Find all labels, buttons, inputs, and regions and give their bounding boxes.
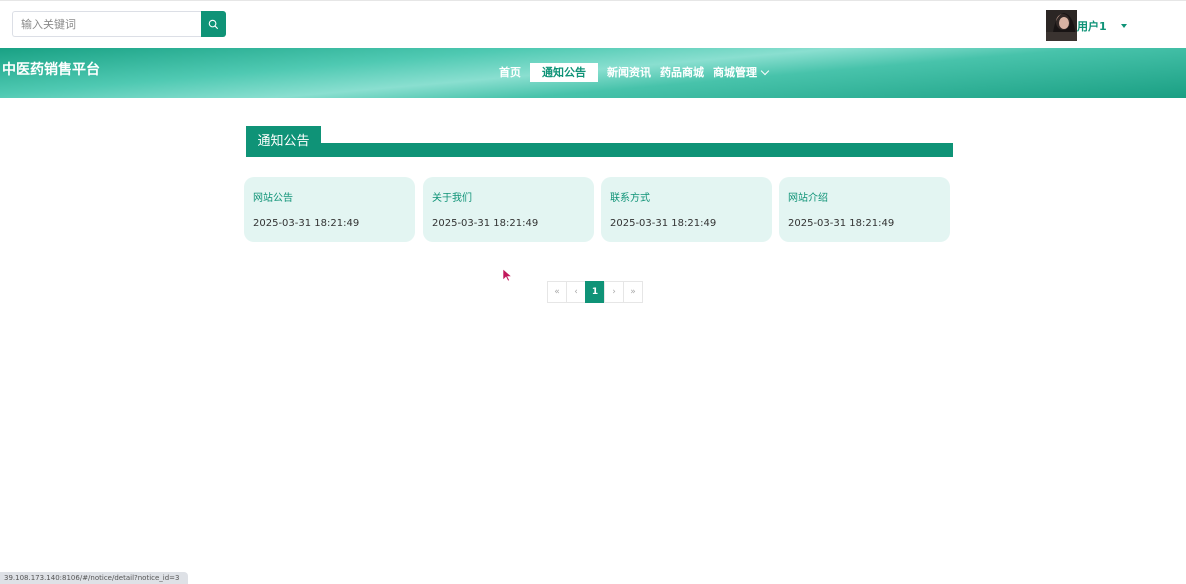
pagination-prev[interactable]: ‹ [566,281,586,303]
site-title: 中医药销售平台 [2,62,100,78]
notice-card-title[interactable]: 联系方式 [610,189,772,205]
nav-item-shop-manage[interactable]: 商城管理 [713,63,770,82]
nav-item-shop-manage-label: 商城管理 [713,66,757,79]
notice-card[interactable]: 联系方式 2025-03-31 18:21:49 [601,177,772,242]
nav-item-notice[interactable]: 通知公告 [530,63,598,82]
pagination-last[interactable]: » [623,281,643,303]
notice-card-title[interactable]: 网站公告 [253,189,415,205]
section-header: 通知公告 [246,126,953,157]
notice-card-date: 2025-03-31 18:21:49 [788,218,895,229]
notice-card-date: 2025-03-31 18:21:49 [253,218,360,229]
pagination: « ‹ 1 › » [547,281,643,303]
notice-card[interactable]: 网站公告 2025-03-31 18:21:49 [244,177,415,242]
status-bar-url: 39.108.173.140:8106/#/notice/detail?noti… [0,572,188,584]
header-band: 中医药销售平台 首页 通知公告 新闻资讯 药品商城 商城管理 [0,48,1186,98]
search-input[interactable] [12,11,201,37]
search-icon [208,19,219,29]
section-divider [246,143,953,157]
nav-item-news[interactable]: 新闻资讯 [607,63,651,82]
avatar[interactable] [1046,10,1077,41]
pagination-next[interactable]: › [604,281,624,303]
top-border [0,0,1186,1]
search-box [12,11,226,37]
search-button[interactable] [201,11,226,37]
pagination-first[interactable]: « [547,281,567,303]
notice-card-date: 2025-03-31 18:21:49 [610,218,717,229]
section-title: 通知公告 [246,126,321,157]
username[interactable]: 用户1 [1077,18,1107,34]
notice-card-title[interactable]: 网站介绍 [788,189,950,205]
caret-down-icon[interactable] [1120,23,1127,28]
notice-card-title[interactable]: 关于我们 [432,189,594,205]
mouse-cursor-icon [502,268,512,282]
chevron-down-icon [760,66,770,76]
notice-card[interactable]: 关于我们 2025-03-31 18:21:49 [423,177,594,242]
nav-item-home[interactable]: 首页 [499,63,521,82]
notice-card-date: 2025-03-31 18:21:49 [432,218,539,229]
user-menu[interactable]: 用户1 [1046,10,1127,41]
avatar-image [1046,10,1077,41]
notice-card[interactable]: 网站介绍 2025-03-31 18:21:49 [779,177,950,242]
pagination-page-current[interactable]: 1 [585,281,605,303]
main-nav: 首页 通知公告 新闻资讯 药品商城 商城管理 [499,63,777,82]
nav-item-shop[interactable]: 药品商城 [660,63,704,82]
